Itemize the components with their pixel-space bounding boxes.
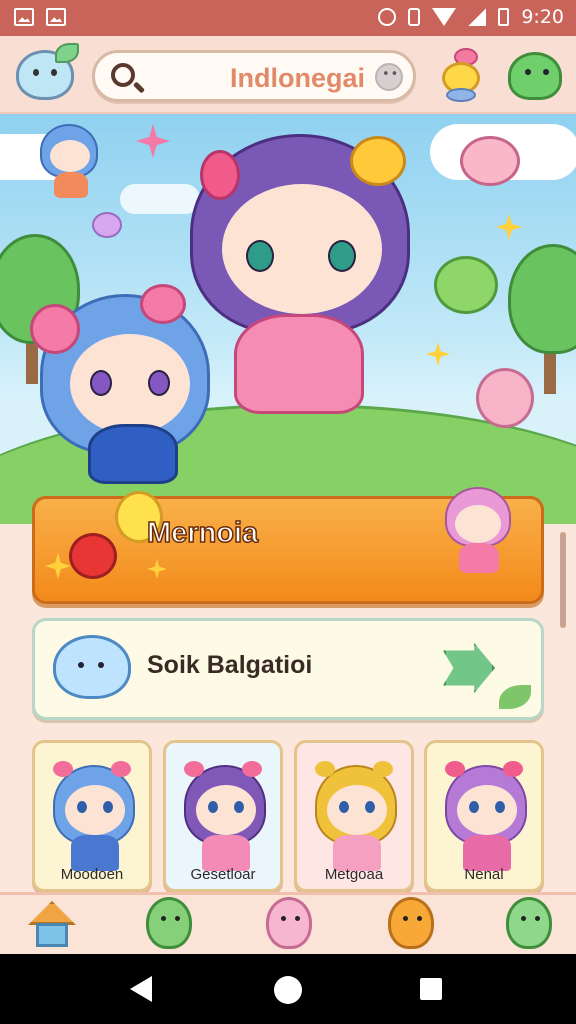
star-decoration: [496, 214, 522, 240]
search-input[interactable]: [155, 63, 365, 93]
featured-card-orange[interactable]: Mernoia: [32, 487, 544, 604]
blue-hair-girl: [30, 284, 220, 504]
star-decoration: [426, 342, 450, 366]
clock: 9:20: [521, 6, 564, 28]
leaf-decoration: [499, 685, 531, 709]
bottom-navigation: [0, 892, 576, 954]
blue-cat-icon: [53, 635, 131, 699]
vibrate-icon: [408, 8, 421, 26]
alarm-icon: [378, 8, 397, 26]
character-name: Moodoen: [60, 866, 124, 883]
recent-apps-icon[interactable]: [420, 978, 442, 1000]
search-icon[interactable]: [111, 63, 135, 87]
hero-illustration: [0, 114, 576, 524]
star-decoration: [45, 553, 71, 579]
signal-icon: [468, 8, 487, 26]
pink-hair-girl-icon: [443, 487, 513, 577]
system-navigation-bar: [0, 954, 576, 1024]
pink-bear-character: [476, 368, 534, 428]
small-chibi: [40, 124, 100, 204]
yellow-bird-icon[interactable]: [434, 48, 486, 102]
battery-icon: [498, 8, 510, 26]
character-tile[interactable]: Nenal: [424, 740, 544, 892]
character-grid: Moodoen Gesetloar Metgoaa Nenal: [32, 740, 544, 892]
pink-bear-icon[interactable]: [266, 897, 312, 949]
arrow-right-icon[interactable]: [443, 643, 495, 693]
gallery-notification-icon: [14, 8, 34, 26]
apple-icon: [69, 533, 117, 579]
image-notification-icon: [46, 8, 66, 26]
card-title: Mernoia: [146, 516, 259, 550]
home-button-icon[interactable]: [274, 976, 302, 1004]
character-name: Nenal: [464, 866, 504, 883]
featured-card-light[interactable]: Soik Balgatioi: [32, 618, 544, 720]
green-blob-character: [434, 256, 498, 314]
character-tile[interactable]: Moodoen: [32, 740, 152, 892]
search-bar[interactable]: [92, 50, 416, 102]
character-name: Gesetloar: [190, 866, 256, 883]
status-bar: 9:20: [0, 0, 576, 36]
top-bar: [0, 36, 576, 114]
character-tile[interactable]: Gesetloar: [163, 740, 283, 892]
pink-blob-character: [460, 136, 520, 186]
character-tile[interactable]: Metgoaa: [294, 740, 414, 892]
orange-bear-icon[interactable]: [388, 897, 434, 949]
tree: [508, 244, 576, 354]
star-decoration: [136, 124, 170, 158]
green-frog-icon[interactable]: [508, 52, 562, 100]
scrollbar[interactable]: [560, 532, 566, 628]
purple-blob-character: [92, 212, 122, 238]
frog-character-icon[interactable]: [146, 897, 192, 949]
star-decoration: [147, 559, 167, 579]
system-icons: 9:20: [378, 6, 564, 28]
character-name: Metgoaa: [324, 866, 384, 883]
more-options-icon[interactable]: [375, 63, 403, 91]
home-icon[interactable]: [28, 901, 76, 949]
wifi-icon: [432, 8, 457, 26]
back-icon[interactable]: [130, 976, 152, 1002]
notification-icons: [14, 8, 66, 26]
card-title: Soik Balgatioi: [147, 651, 313, 679]
blue-mascot-profile-icon[interactable]: [16, 43, 79, 100]
green-dino-icon[interactable]: [506, 897, 552, 949]
